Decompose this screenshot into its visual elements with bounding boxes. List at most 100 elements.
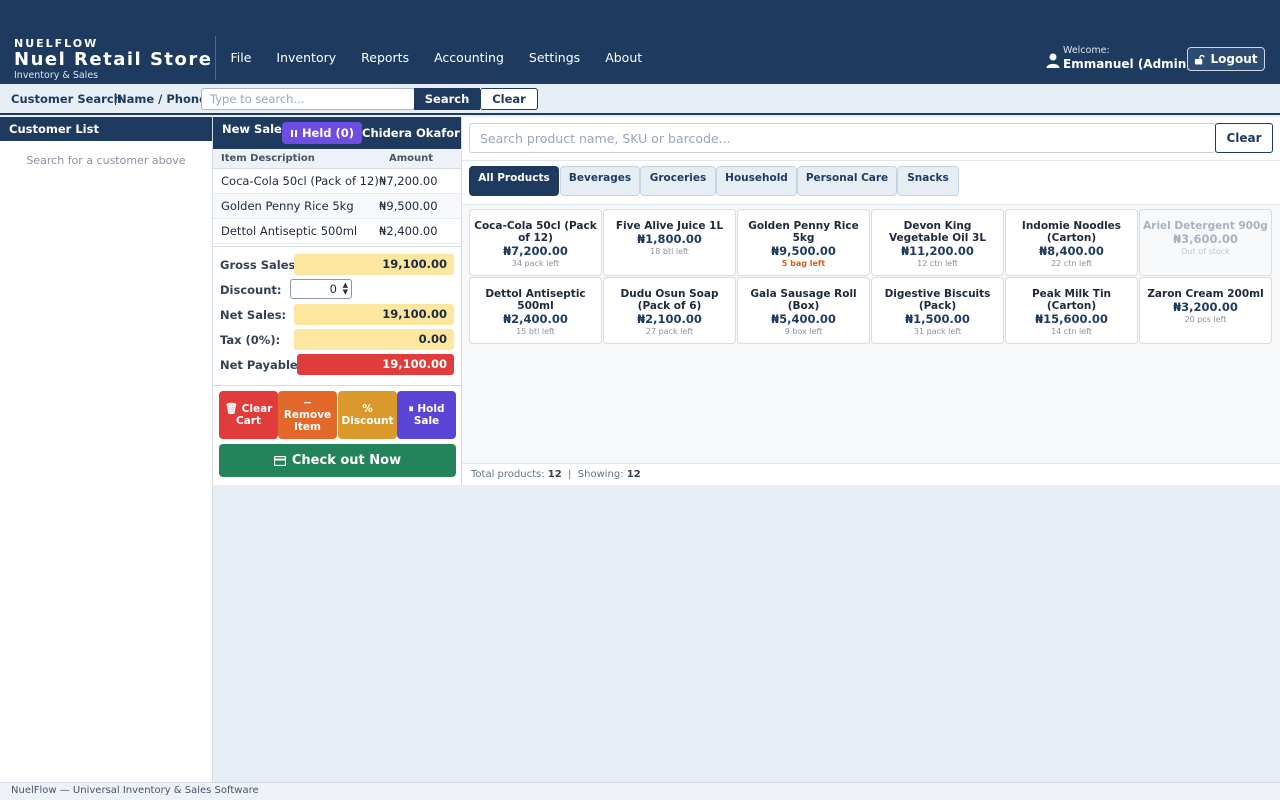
showing-value: 12 <box>626 469 641 480</box>
product-price: ₦2,100.00 <box>637 312 702 326</box>
product-name: Five Alive Juice 1L <box>615 220 724 232</box>
product-card[interactable]: Indomie Noodles (Carton) ₦8,400.00 22 ctn l… <box>1005 209 1138 276</box>
totals-section: Gross Sales: 19,100.00 Discount: 0 ▲ ▼ Ne… <box>213 246 462 375</box>
customer-clear-button[interactable]: Clear <box>480 88 538 110</box>
product-card[interactable]: Coca-Cola 50cl (Pack of 12) ₦7,200.00 34 pa… <box>469 209 602 276</box>
product-name-line2: 500ml <box>517 300 554 312</box>
cart-item-amount: ₦2,400.00 <box>379 224 438 238</box>
hold-sale-button[interactable]: ⏸ Hold Sale <box>397 391 456 439</box>
product-card[interactable]: Peak Milk Tin (Carton) ₦15,600.00 14 ctn le… <box>1005 277 1138 344</box>
stepper-arrows-icon[interactable]: ▲ ▼ <box>343 282 348 296</box>
product-name-line2: (Pack) <box>918 300 957 312</box>
menu-about[interactable]: About <box>593 50 655 65</box>
tab-all-products[interactable]: All Products <box>469 166 559 196</box>
discount-row: Discount: 0 ▲ ▼ <box>213 279 462 301</box>
logout-label: Logout <box>1210 52 1258 66</box>
store-name: Nuel Retail Store <box>14 49 213 70</box>
product-card[interactable]: Five Alive Juice 1L ₦1,800.00 18 btl left <box>603 209 736 276</box>
logout-button[interactable]: Logout <box>1187 47 1265 71</box>
name-phone-label: Name / Phone <box>117 92 207 106</box>
clear-cart-line2: Cart <box>236 415 261 427</box>
product-clear-button[interactable]: Clear <box>1215 123 1273 153</box>
product-stock: 12 ctn left <box>917 259 958 268</box>
product-price: ₦1,800.00 <box>637 232 702 246</box>
customer-search-label: Customer Search <box>11 92 122 106</box>
clear-cart-button[interactable]: 🗑 Clear Cart <box>219 391 278 439</box>
product-price: ₦3,600.00 <box>1173 232 1238 246</box>
product-card[interactable]: Digestive Biscuits (Pack) ₦1,500.00 31 pack… <box>871 277 1004 344</box>
product-name-line2: (Pack of 6) <box>637 300 702 312</box>
discount-label: Discount: <box>220 283 282 297</box>
net-payable-value: 19,100.00 <box>297 354 454 375</box>
product-stock: 18 btl left <box>650 247 689 256</box>
cart-row[interactable]: Coca-Cola 50cl (Pack of 12) ₦7,200.00 <box>213 169 461 194</box>
product-name: Coca-Cola 50cl (Pack <box>474 220 597 232</box>
held-sales-button[interactable]: Held (0) <box>282 122 362 144</box>
tab-beverages[interactable]: Beverages <box>560 166 640 196</box>
gross-sales-value: 19,100.00 <box>294 254 454 275</box>
product-search-input[interactable] <box>469 123 1216 153</box>
menu-inventory[interactable]: Inventory <box>264 50 349 65</box>
product-price: ₦7,200.00 <box>503 244 568 258</box>
product-stock: 31 pack left <box>913 327 962 336</box>
checkout-button[interactable]: Check out Now <box>219 444 456 477</box>
product-card[interactable]: Gala Sausage Roll (Box) ₦5,400.00 9 box lef… <box>737 277 870 344</box>
cart-item-desc: Dettol Antiseptic 500ml <box>221 224 358 238</box>
product-card[interactable]: Dettol Antiseptic 500ml ₦2,400.00 15 btl le… <box>469 277 602 344</box>
customer-list-hint: Search for a customer above <box>26 154 186 167</box>
product-count-bar: Total products: 12 | Showing: 12 <box>462 463 1280 485</box>
product-card[interactable]: Ariel Detergent 900g ₦3,600.00 Out of stoc… <box>1139 209 1272 276</box>
product-price: ₦3,200.00 <box>1173 300 1238 314</box>
brand-divider <box>215 36 216 80</box>
customer-search-input[interactable] <box>201 88 415 110</box>
selected-customer: Chidera Okafor <box>362 126 460 140</box>
menu-file[interactable]: File <box>218 50 264 65</box>
net-payable-label: Net Payable: <box>220 358 303 372</box>
gross-sales-label: Gross Sales: <box>220 258 300 272</box>
sale-header: New Sale Held (0) Chidera Okafor <box>213 117 461 149</box>
credit-card-icon <box>273 455 286 466</box>
product-price: ₦9,500.00 <box>771 244 836 258</box>
checkout-label: Check out Now <box>291 453 402 468</box>
remove-item-button[interactable]: − Remove Item <box>278 391 337 439</box>
product-stock: 22 ctn left <box>1051 259 1092 268</box>
product-stock: 14 ctn left <box>1051 327 1092 336</box>
discount-value: 0 <box>329 282 337 296</box>
menu-settings[interactable]: Settings <box>516 50 592 65</box>
category-tabs: All Products Beverages Groceries Househo… <box>462 161 1280 205</box>
tab-snacks[interactable]: Snacks <box>897 166 959 196</box>
menu-reports[interactable]: Reports <box>349 50 422 65</box>
net-sales-row: Net Sales: 19,100.00 <box>213 304 462 326</box>
discount-input[interactable]: 0 ▲ ▼ <box>290 279 352 299</box>
col-amount: Amount <box>389 153 434 164</box>
product-panel: Clear All Products Beverages Groceries H… <box>462 117 1280 485</box>
customer-search-button[interactable]: Search <box>414 88 480 110</box>
tab-groceries[interactable]: Groceries <box>640 166 716 196</box>
new-sale-tab[interactable]: New Sale <box>222 122 282 136</box>
product-card[interactable]: Zaron Cream 200ml ₦3,200.00 20 pcs left <box>1139 277 1272 344</box>
product-grid: Coca-Cola 50cl (Pack of 12) ₦7,200.00 34 pa… <box>469 209 1273 463</box>
product-name-line2: (Carton) <box>1046 232 1097 244</box>
product-card[interactable]: Devon King Vegetable Oil 3L ₦11,200.00 12 c… <box>871 209 1004 276</box>
brand-tagline: Inventory & Sales <box>14 70 99 81</box>
discount-button[interactable]: % Discount <box>338 391 397 439</box>
col-item-description: Item Description <box>221 153 315 164</box>
cart-row[interactable]: Golden Penny Rice 5kg ₦9,500.00 <box>213 194 461 219</box>
product-name-line2: (Box) <box>787 300 820 312</box>
menu-accounting[interactable]: Accounting <box>422 50 517 65</box>
tab-household[interactable]: Household <box>716 166 797 196</box>
product-price: ₦11,200.00 <box>901 244 974 258</box>
product-name: Dudu Osun Soap <box>620 288 719 300</box>
net-sales-value: 19,100.00 <box>294 304 454 325</box>
product-price: ₦5,400.00 <box>771 312 836 326</box>
sale-panel: New Sale Held (0) Chidera Okafor Item De… <box>213 117 462 485</box>
customer-list-title: Customer List <box>0 117 212 141</box>
main-menu: File Inventory Reports Accounting Settin… <box>218 50 655 65</box>
tab-personal-care[interactable]: Personal Care <box>797 166 897 196</box>
cart-column-header: Item Description Amount <box>213 149 461 169</box>
product-stock: 15 btl left <box>516 327 555 336</box>
unlock-icon <box>1195 54 1206 65</box>
cart-row[interactable]: Dettol Antiseptic 500ml ₦2,400.00 <box>213 219 461 244</box>
product-card[interactable]: Golden Penny Rice 5kg ₦9,500.00 5 bag left <box>737 209 870 276</box>
product-card[interactable]: Dudu Osun Soap (Pack of 6) ₦2,100.00 27 pac… <box>603 277 736 344</box>
